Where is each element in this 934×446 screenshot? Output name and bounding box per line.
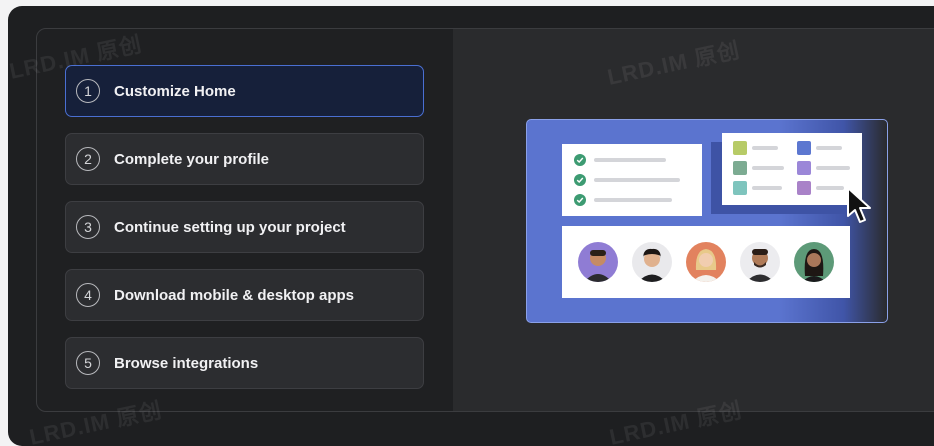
avatar [632, 242, 672, 282]
home-customization-illustration [526, 119, 888, 323]
color-swatch [733, 141, 747, 155]
avatar [578, 242, 618, 282]
step-continue-project[interactable]: 3 Continue setting up your project [65, 201, 424, 253]
placeholder-line [816, 186, 844, 190]
color-swatch [733, 181, 747, 195]
checkmark-icon [574, 174, 586, 186]
step-number: 1 [76, 79, 100, 103]
checkmark-icon [574, 154, 586, 166]
step-customize-home[interactable]: 1 Customize Home [65, 65, 424, 117]
color-swatch [797, 161, 811, 175]
step-complete-profile[interactable]: 2 Complete your profile [65, 133, 424, 185]
step-download-apps[interactable]: 4 Download mobile & desktop apps [65, 269, 424, 321]
checkmark-icon [574, 194, 586, 206]
team-card [562, 226, 850, 298]
color-swatch [797, 141, 811, 155]
legend-card [722, 133, 862, 205]
checklist-card [562, 144, 702, 216]
avatar [794, 242, 834, 282]
avatar [740, 242, 780, 282]
placeholder-line [594, 178, 680, 182]
step-label: Continue setting up your project [114, 218, 346, 236]
step-number: 4 [76, 283, 100, 307]
color-swatch [733, 161, 747, 175]
step-browse-integrations[interactable]: 5 Browse integrations [65, 337, 424, 389]
placeholder-line [752, 146, 778, 150]
step-number: 5 [76, 351, 100, 375]
placeholder-line [594, 158, 666, 162]
placeholder-line [594, 198, 672, 202]
placeholder-line [752, 166, 784, 170]
step-label: Customize Home [114, 82, 236, 100]
placeholder-line [752, 186, 782, 190]
step-label: Browse integrations [114, 354, 259, 372]
avatar [686, 242, 726, 282]
placeholder-line [816, 166, 850, 170]
step-number: 2 [76, 147, 100, 171]
steps-list: 1 Customize Home 2 Complete your profile… [37, 29, 453, 411]
step-label: Complete your profile [114, 150, 270, 168]
cursor-icon [847, 187, 871, 223]
step-label: Download mobile & desktop apps [114, 286, 355, 304]
placeholder-line [816, 146, 842, 150]
step-number: 3 [76, 215, 100, 239]
color-swatch [797, 181, 811, 195]
